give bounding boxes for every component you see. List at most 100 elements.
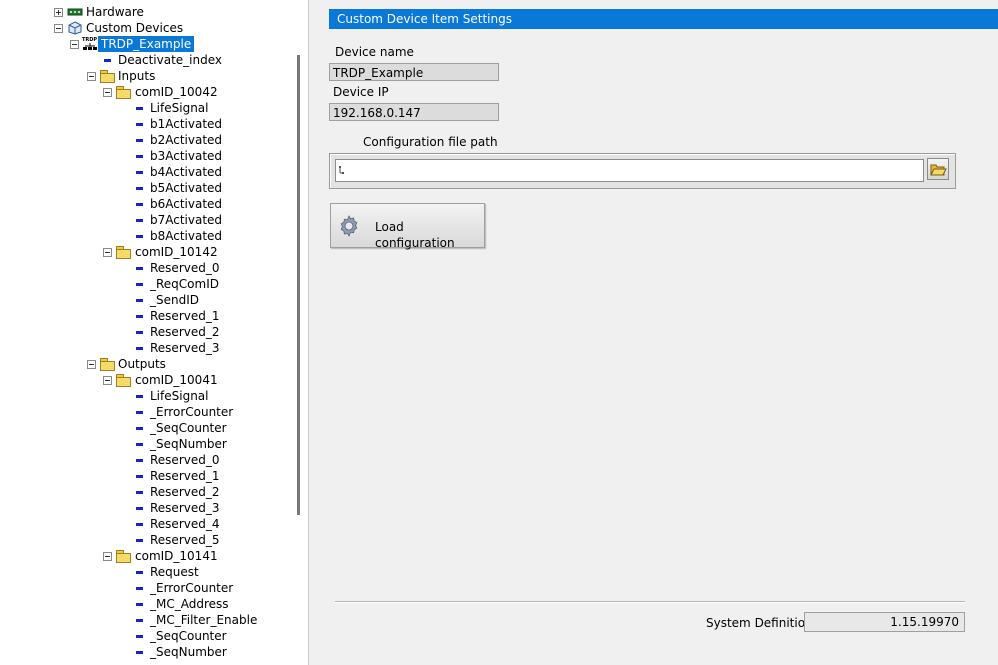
- channel-dash-icon: [136, 187, 143, 190]
- tree-label: Reserved_2: [150, 485, 220, 499]
- tree-label-selected: TRDP_Example: [98, 36, 195, 52]
- expand-plus-icon[interactable]: [54, 8, 63, 17]
- tree-item-inputs[interactable]: Inputs: [0, 68, 290, 84]
- channel-dash-icon: [136, 411, 143, 414]
- config-path-input[interactable]: [335, 159, 924, 182]
- tree-label: comID_10042: [135, 85, 218, 99]
- tree-leaf[interactable]: b8Activated: [0, 228, 290, 244]
- tree-leaf[interactable]: _SeqCounter: [0, 420, 290, 436]
- device-ip-field: 192.168.0.147: [329, 103, 499, 121]
- tree-label: Custom Devices: [86, 21, 184, 35]
- tree-leaf[interactable]: b3Activated: [0, 148, 290, 164]
- tree-leaf[interactable]: Reserved_2: [0, 324, 290, 340]
- tree-leaf[interactable]: _ReqComID: [0, 276, 290, 292]
- network-device-icon: TRDP: [82, 37, 97, 50]
- channel-dash-icon: [136, 459, 143, 462]
- tree-item-trdp-example[interactable]: TRDP TRDP_Example: [0, 36, 290, 52]
- browse-button[interactable]: [927, 158, 949, 180]
- tree-leaf[interactable]: b4Activated: [0, 164, 290, 180]
- tree-label: comID_10041: [135, 373, 218, 387]
- tree-leaf[interactable]: b6Activated: [0, 196, 290, 212]
- channel-dash-icon: [136, 219, 143, 222]
- tree-label: b2Activated: [150, 133, 223, 147]
- tree-item-comid-10042[interactable]: comID_10042: [0, 84, 290, 100]
- path-tree-icon: [339, 166, 344, 174]
- tree-label: LifeSignal: [150, 101, 209, 115]
- tree-label: _MC_Address: [150, 597, 229, 611]
- collapse-minus-icon[interactable]: [87, 72, 96, 81]
- tree-leaf[interactable]: b2Activated: [0, 132, 290, 148]
- collapse-minus-icon[interactable]: [87, 360, 96, 369]
- channel-dash-icon: [136, 523, 143, 526]
- tree-leaf[interactable]: Reserved_5: [0, 532, 290, 548]
- channel-dash-icon: [136, 331, 143, 334]
- tree-leaf[interactable]: LifeSignal: [0, 100, 290, 116]
- channel-dash-icon: [136, 571, 143, 574]
- collapse-minus-icon[interactable]: [103, 248, 112, 257]
- config-path-control: [329, 153, 956, 189]
- tree-label: b6Activated: [150, 197, 223, 211]
- tree-leaf[interactable]: _MC_Address: [0, 596, 290, 612]
- tree-leaf[interactable]: _SeqCounter: [0, 628, 290, 644]
- collapse-minus-icon[interactable]: [103, 552, 112, 561]
- tree-label: _SeqCounter: [150, 421, 227, 435]
- tree-leaf[interactable]: _ErrorCounter: [0, 404, 290, 420]
- folder-icon: [99, 358, 115, 371]
- tree-item-hardware[interactable]: Hardware: [0, 4, 290, 20]
- tree-leaf[interactable]: b1Activated: [0, 116, 290, 132]
- tree-item-comid-10141[interactable]: comID_10141: [0, 548, 290, 564]
- channel-dash-icon: [136, 315, 143, 318]
- tree-item-comid-10041[interactable]: comID_10041: [0, 372, 290, 388]
- device-icon-text: TRDP: [82, 37, 97, 43]
- tree-leaf[interactable]: _ErrorCounter: [0, 580, 290, 596]
- tree-leaf[interactable]: Request: [0, 564, 290, 580]
- device-ip-label: Device IP: [333, 85, 389, 99]
- channel-dash-icon: [136, 267, 143, 270]
- tree-item-comid-10142[interactable]: comID_10142: [0, 244, 290, 260]
- tree-leaf[interactable]: _SeqNumber: [0, 436, 290, 452]
- tree-label: _ErrorCounter: [150, 581, 234, 595]
- tree-leaf[interactable]: Reserved_0: [0, 260, 290, 276]
- tree-label: b4Activated: [150, 165, 223, 179]
- tree-scrollbar[interactable]: [297, 55, 300, 515]
- tree-leaf[interactable]: Reserved_3: [0, 340, 290, 356]
- tree-leaf[interactable]: LifeSignal: [0, 388, 290, 404]
- channel-dash-icon: [136, 283, 143, 286]
- tree-label: Reserved_0: [150, 453, 220, 467]
- collapse-minus-icon[interactable]: [103, 376, 112, 385]
- tree-leaf[interactable]: Reserved_1: [0, 308, 290, 324]
- channel-dash-icon: [136, 651, 143, 654]
- tree-label: Reserved_0: [150, 261, 220, 275]
- tree-leaf[interactable]: b7Activated: [0, 212, 290, 228]
- tree-leaf[interactable]: Reserved_2: [0, 484, 290, 500]
- channel-dash-icon: [136, 603, 143, 606]
- tree-leaf[interactable]: _MC_Filter_Enable: [0, 612, 290, 628]
- collapse-minus-icon[interactable]: [103, 88, 112, 97]
- tree-label: Reserved_5: [150, 533, 220, 547]
- tree-label: Reserved_3: [150, 341, 220, 355]
- tree-leaf[interactable]: Reserved_3: [0, 500, 290, 516]
- tree-label: Reserved_1: [150, 309, 220, 323]
- channel-dash-icon: [136, 539, 143, 542]
- tree-item-custom-devices[interactable]: Custom Devices: [0, 20, 290, 36]
- tree-item-deactivate-index[interactable]: Deactivate_index: [0, 52, 290, 68]
- pane-splitter[interactable]: [308, 0, 309, 665]
- collapse-minus-icon[interactable]: [70, 40, 79, 49]
- load-configuration-button[interactable]: Load configuration: [330, 203, 485, 250]
- tree-leaf[interactable]: b5Activated: [0, 180, 290, 196]
- tree-leaf[interactable]: _SeqNumber: [0, 644, 290, 660]
- system-tree[interactable]: Hardware Custom Devices TRDP TRDP_Exampl…: [0, 4, 290, 660]
- tree-item-outputs[interactable]: Outputs: [0, 356, 290, 372]
- tree-label: Inputs: [118, 69, 156, 83]
- channel-dash-icon: [136, 619, 143, 622]
- folder-icon: [115, 374, 131, 387]
- tree-label: comID_10141: [135, 549, 218, 563]
- tree-leaf[interactable]: Reserved_1: [0, 468, 290, 484]
- tree-leaf[interactable]: _SendID: [0, 292, 290, 308]
- tree-leaf[interactable]: Reserved_4: [0, 516, 290, 532]
- channel-dash-icon: [136, 235, 143, 238]
- tree-leaf[interactable]: Reserved_0: [0, 452, 290, 468]
- collapse-minus-icon[interactable]: [54, 24, 63, 33]
- tree-label: b5Activated: [150, 181, 223, 195]
- channel-dash-icon: [136, 443, 143, 446]
